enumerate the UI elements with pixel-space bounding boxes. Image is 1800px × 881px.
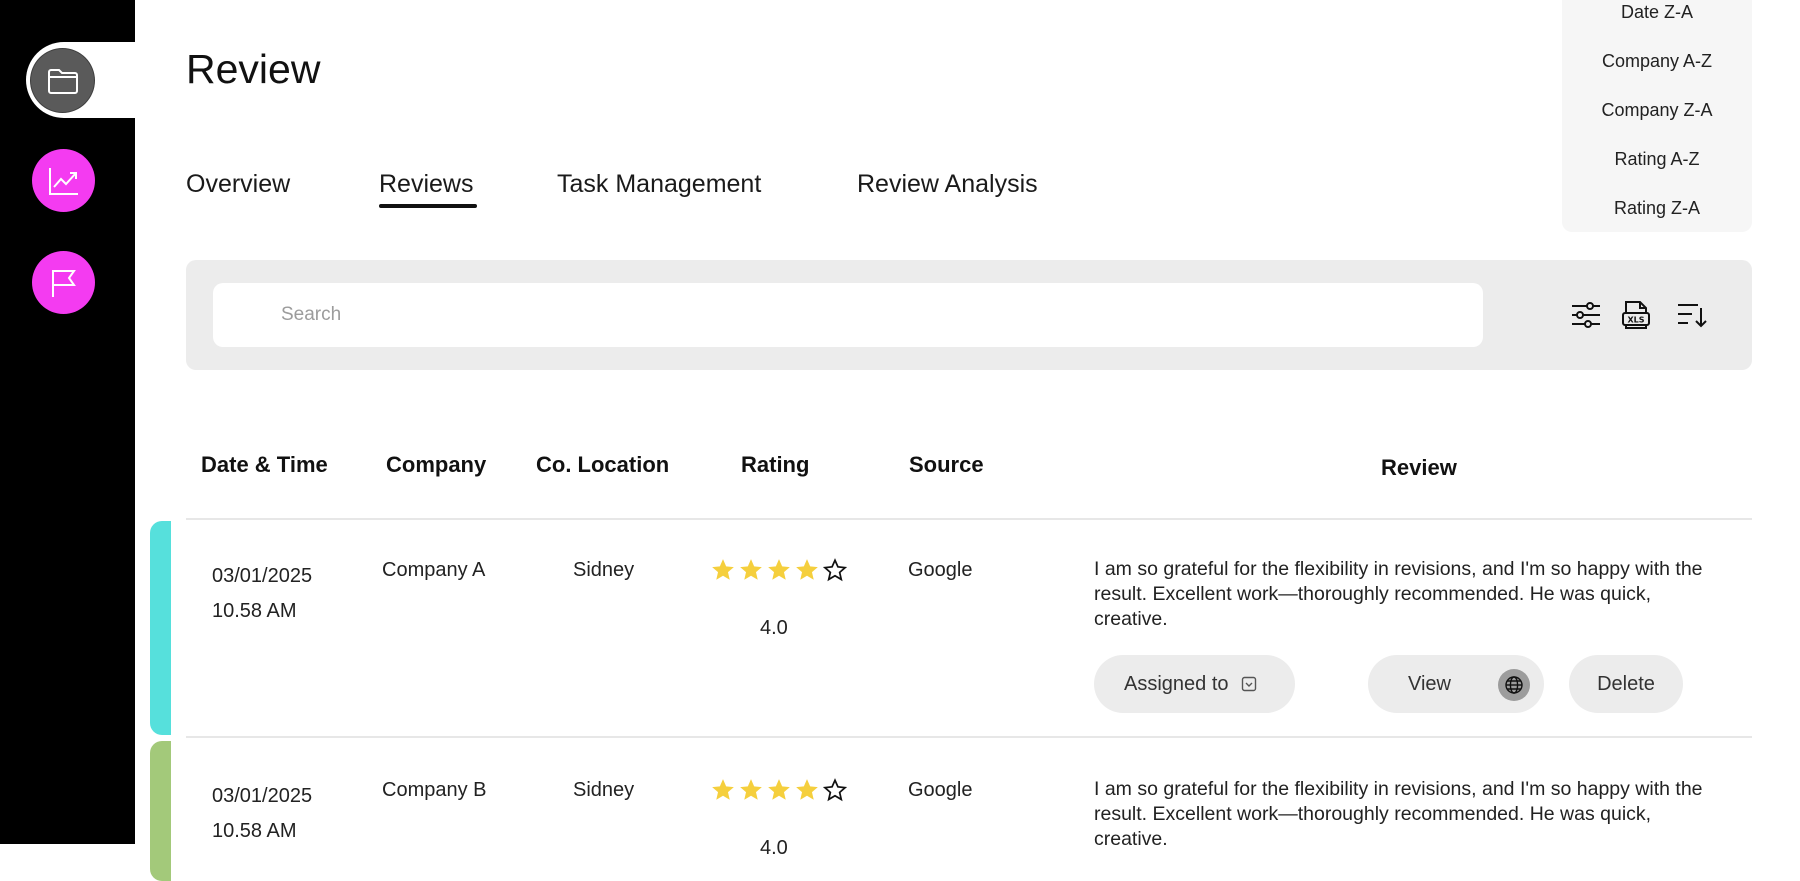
trending-chart-icon <box>48 167 78 195</box>
sort-option-rating-z-a[interactable]: Rating Z-A <box>1562 198 1752 219</box>
view-button[interactable]: View <box>1368 655 1544 713</box>
row-date-value: 03/01/2025 <box>212 565 313 587</box>
export-xls-button[interactable]: XLS <box>1619 298 1653 332</box>
sort-option-company-z-a[interactable]: Company Z-A <box>1562 100 1752 121</box>
sort-dropdown: Date Z-A Company A-Z Company Z-A Rating … <box>1562 0 1752 232</box>
star-filled-icon <box>740 779 762 800</box>
table-row: 03/01/2025 10.58 AM Company A Sidney 4.0… <box>150 521 1752 738</box>
star-filled-icon <box>712 779 734 800</box>
row-date: 03/01/2025 10.58 AM <box>212 559 312 629</box>
row-time-value: 10.58 AM <box>212 600 297 622</box>
row-company: Company B <box>382 779 487 801</box>
row-date-value: 03/01/2025 <box>212 785 313 807</box>
column-header-date[interactable]: Date & Time <box>201 452 328 478</box>
filter-button[interactable] <box>1569 298 1603 332</box>
review-text: I am so grateful for the flexibility in … <box>1094 558 1703 630</box>
assigned-to-button[interactable]: Assigned to <box>1094 655 1295 713</box>
header-divider <box>186 518 1752 520</box>
rating-value: 4.0 <box>760 617 788 639</box>
globe-icon <box>1498 669 1530 701</box>
star-empty-icon <box>822 558 848 582</box>
assigned-to-label: Assigned to <box>1124 672 1229 695</box>
sort-button[interactable] <box>1675 298 1709 332</box>
flag-icon <box>51 269 76 297</box>
row-date: 03/01/2025 10.58 AM <box>212 779 312 849</box>
sidebar-item-analytics[interactable] <box>32 149 95 212</box>
sort-option-company-a-z[interactable]: Company A-Z <box>1562 51 1752 72</box>
xls-export-icon: XLS <box>1622 301 1650 329</box>
tab-reviews[interactable]: Reviews <box>379 170 473 199</box>
filter-sliders-icon <box>1572 302 1600 328</box>
star-rating <box>710 557 848 583</box>
star-rating <box>710 777 848 803</box>
search-input[interactable] <box>213 283 1483 347</box>
rating-value: 4.0 <box>760 837 788 859</box>
svg-text:XLS: XLS <box>1627 316 1644 325</box>
star-filled-icon <box>768 779 790 800</box>
star-filled-icon <box>768 559 790 580</box>
star-filled-icon <box>712 559 734 580</box>
page-title: Review <box>186 46 321 92</box>
active-tab-underline <box>379 204 477 208</box>
row-source: Google <box>908 559 973 581</box>
star-filled-icon <box>796 779 818 800</box>
folder-icon <box>47 68 78 94</box>
column-header-company[interactable]: Company <box>386 452 486 478</box>
star-empty-icon <box>822 778 848 802</box>
sort-option-date-z-a[interactable]: Date Z-A <box>1562 2 1752 23</box>
column-header-location[interactable]: Co. Location <box>536 452 669 478</box>
review-text: I am so grateful for the flexibility in … <box>1094 778 1703 850</box>
tab-overview[interactable]: Overview <box>186 170 290 199</box>
tab-review-analysis[interactable]: Review Analysis <box>857 170 1038 199</box>
table-row: 03/01/2025 10.58 AM Company B Sidney 4.0… <box>150 741 1752 881</box>
sidebar-item-flags[interactable] <box>32 251 95 314</box>
row-accent-bar <box>150 521 171 735</box>
column-header-rating[interactable]: Rating <box>741 452 809 478</box>
star-filled-icon <box>740 559 762 580</box>
sidebar-item-folder[interactable] <box>31 49 94 112</box>
tab-task-management[interactable]: Task Management <box>557 170 761 199</box>
row-divider <box>186 736 1752 738</box>
delete-button[interactable]: Delete <box>1569 655 1683 713</box>
row-location: Sidney <box>573 779 635 801</box>
star-filled-icon <box>796 559 818 580</box>
search-panel: XLS <box>186 260 1752 370</box>
dropdown-box-icon <box>1241 676 1256 692</box>
row-accent-bar <box>150 741 171 881</box>
row-company: Company A <box>382 559 486 581</box>
column-header-source[interactable]: Source <box>909 452 984 478</box>
sidebar <box>0 0 135 844</box>
view-label: View <box>1408 672 1451 695</box>
sort-descending-icon <box>1678 304 1707 328</box>
column-header-review[interactable]: Review <box>1381 455 1457 481</box>
row-location: Sidney <box>573 559 635 581</box>
sort-option-rating-a-z[interactable]: Rating A-Z <box>1562 149 1752 170</box>
row-source: Google <box>908 779 973 801</box>
